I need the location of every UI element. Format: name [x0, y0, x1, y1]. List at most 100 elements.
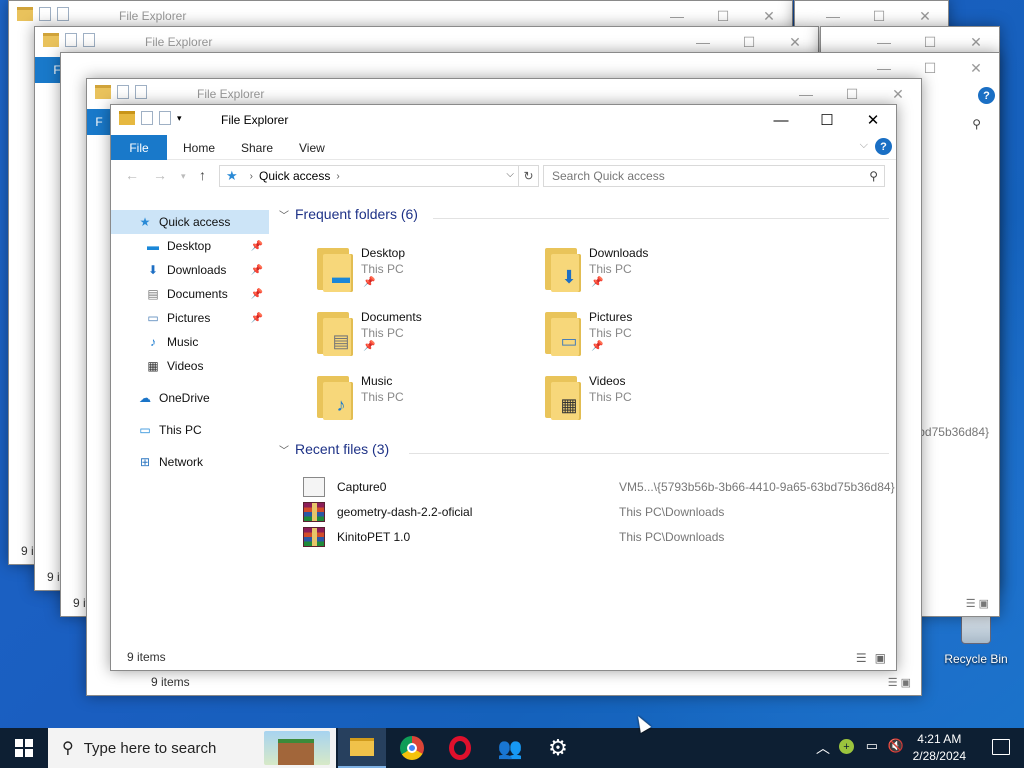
folder-icon	[350, 738, 374, 756]
title-bar[interactable]: ▾ File Explorer — ☐ ✕	[111, 105, 896, 135]
network-icon[interactable]: ▭	[866, 738, 878, 754]
large-icons-view-icon[interactable]: ▣	[875, 651, 886, 665]
clock[interactable]: 4:21 AM 2/28/2024	[913, 731, 966, 765]
folder-tile-pictures[interactable]: ▭ Pictures This PC 📌	[541, 308, 761, 362]
windows-logo-icon	[15, 739, 33, 757]
frequent-folders-header[interactable]: ﹀ Frequent folders (6)	[279, 206, 418, 222]
people-icon: 👥	[497, 737, 523, 760]
recent-file-row[interactable]: Capture0 VM5...\{5793b56b-3b66-4410-9a65…	[303, 475, 895, 499]
recent-locations-icon[interactable]: ▾	[181, 171, 186, 182]
folder-icon	[119, 111, 135, 125]
sidebar-item-downloads[interactable]: ⬇ Downloads 📌	[111, 258, 269, 282]
taskbar: ⚲ Type here to search 👥 ⚙ ︿ + ▭ 🔇 4:21 A…	[0, 728, 1024, 768]
folder-icon: ▦	[541, 376, 583, 420]
cloud-icon: ☁	[139, 391, 151, 405]
breadcrumb-separator-icon[interactable]: ›	[336, 171, 339, 182]
breadcrumb-separator-icon[interactable]: ›	[250, 171, 253, 182]
start-button[interactable]	[0, 728, 48, 768]
navigation-bar: ← → ▾ ↑ ★ › Quick access › ⌵ ↻ Search Qu…	[111, 160, 896, 192]
sidebar-item-music[interactable]: ♪ Music	[111, 330, 269, 354]
recent-file-row[interactable]: KinitoPET 1.0 This PC\Downloads	[303, 525, 893, 549]
back-button[interactable]: ←	[125, 167, 139, 183]
folder-tile-desktop[interactable]: ▬ Desktop This PC 📌	[313, 244, 533, 298]
pin-icon: 📌	[363, 341, 376, 352]
desktop-icon: ▬	[147, 239, 159, 253]
update-icon[interactable]: +	[839, 739, 854, 754]
taskbar-chrome[interactable]	[388, 728, 436, 768]
sidebar-item-pictures[interactable]: ▭ Pictures 📌	[111, 306, 269, 330]
folder-tile-music[interactable]: ♪ Music This PC	[313, 372, 533, 426]
pin-icon: 📌	[363, 277, 376, 288]
address-dropdown-icon[interactable]: ⌵	[506, 169, 514, 180]
close-button[interactable]: ✕	[850, 105, 896, 135]
tab-home[interactable]: Home	[183, 141, 215, 155]
collapse-icon: ﹀	[279, 210, 289, 222]
collapse-icon: ﹀	[279, 445, 289, 457]
computer-icon: ▭	[139, 423, 151, 437]
pin-icon: 📌	[250, 240, 263, 252]
folder-tile-downloads[interactable]: ⬇ Downloads This PC 📌	[541, 244, 761, 298]
file-explorer-window[interactable]: ▾ File Explorer — ☐ ✕ File Home Share Vi…	[110, 104, 897, 671]
tab-view[interactable]: View	[299, 141, 325, 155]
expand-ribbon-icon[interactable]: ⌵	[860, 139, 868, 152]
pin-icon: 📌	[591, 341, 604, 352]
pin-icon: 📌	[250, 264, 263, 276]
taskbar-search[interactable]: ⚲ Type here to search	[48, 728, 336, 768]
sidebar-item-desktop[interactable]: ▬ Desktop 📌	[111, 234, 269, 258]
volume-muted-icon[interactable]: 🔇	[888, 738, 904, 754]
up-button[interactable]: ↑	[199, 167, 206, 183]
help-icon[interactable]: ?	[875, 138, 892, 155]
folder-tile-documents[interactable]: ▤ Documents This PC 📌	[313, 308, 533, 362]
sidebar-item-videos[interactable]: ▦ Videos	[111, 354, 269, 378]
sidebar-item-onedrive[interactable]: ☁ OneDrive	[111, 386, 269, 410]
folder-icon: ▤	[313, 312, 355, 356]
document-icon: ▤	[147, 287, 159, 301]
window-title: File Explorer	[221, 113, 289, 127]
maximize-button[interactable]: ☐	[804, 105, 850, 135]
sidebar-item-quick-access[interactable]: ★ Quick access	[111, 210, 269, 234]
recent-file-row[interactable]: geometry-dash-2.2-oficial This PC\Downlo…	[303, 500, 893, 524]
taskbar-opera[interactable]	[436, 728, 484, 768]
folder-icon: ♪	[313, 376, 355, 420]
chrome-icon	[400, 736, 424, 760]
recycle-bin[interactable]: Recycle Bin	[942, 612, 1010, 666]
navigation-pane: ★ Quick access ▬ Desktop 📌 ⬇ Downloads 📌 ▤ Doc…	[111, 208, 269, 648]
breadcrumb-quick-access[interactable]: Quick access	[259, 169, 330, 183]
taskbar-people[interactable]: 👥	[486, 728, 534, 768]
forward-button[interactable]: →	[153, 167, 167, 183]
archive-icon	[303, 502, 325, 522]
details-view-icon[interactable]: ☰	[856, 651, 867, 665]
star-icon: ★	[139, 215, 151, 229]
folder-tile-videos[interactable]: ▦ Videos This PC	[541, 372, 761, 426]
recent-files-header[interactable]: ﹀ Recent files (3)	[279, 441, 389, 457]
properties-icon[interactable]	[141, 111, 153, 125]
search-icon: ⚲	[972, 117, 981, 131]
film-icon: ▦	[147, 359, 159, 373]
address-bar[interactable]: ★ › Quick access › ⌵ ↻	[219, 165, 539, 187]
status-item-count: 9 items	[127, 650, 166, 664]
tab-file[interactable]: File	[111, 135, 167, 160]
sidebar-item-documents[interactable]: ▤ Documents 📌	[111, 282, 269, 306]
search-input[interactable]: Search Quick access ⚲	[543, 165, 885, 187]
chevron-down-icon[interactable]: ▾	[177, 113, 182, 124]
sidebar-item-network[interactable]: ⊞ Network	[111, 450, 269, 474]
download-arrow-icon: ⬇	[147, 263, 159, 277]
refresh-icon[interactable]: ↻	[518, 166, 538, 186]
archive-icon	[303, 527, 325, 547]
pictures-icon: ▭	[147, 311, 159, 325]
notifications-icon[interactable]	[992, 739, 1010, 755]
taskbar-file-explorer[interactable]	[338, 728, 386, 768]
music-note-icon: ♪	[150, 335, 156, 349]
taskbar-settings[interactable]: ⚙	[534, 728, 582, 768]
tab-share[interactable]: Share	[241, 141, 273, 155]
folder-icon: ▬	[313, 248, 355, 292]
chevron-up-icon[interactable]: ︿	[816, 738, 830, 758]
opera-icon	[449, 736, 471, 760]
help-icon[interactable]: ?	[978, 87, 995, 104]
sidebar-item-this-pc[interactable]: ▭ This PC	[111, 418, 269, 442]
pin-icon: 📌	[250, 288, 263, 300]
new-folder-icon[interactable]	[159, 111, 171, 125]
network-icon: ⊞	[139, 455, 151, 469]
quick-access-star-icon: ★	[226, 168, 238, 183]
minimize-button[interactable]: —	[758, 105, 804, 135]
